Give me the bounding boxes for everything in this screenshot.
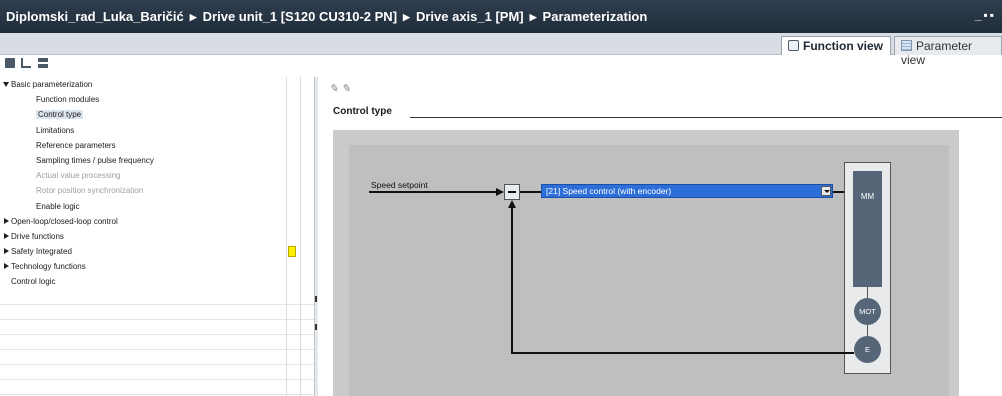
expand-arrow-down-icon[interactable] [3,82,9,87]
breadcrumb-separator-icon: ▶ [189,12,197,22]
breadcrumb-drive-axis[interactable]: Drive axis_1 [PM] [416,9,524,24]
hierarchy-icon[interactable] [38,58,48,68]
tree-item-label: Drive functions [11,231,64,241]
tab-parameter-view[interactable]: Parameter view [894,36,1002,67]
tree-column-divider [286,77,287,396]
tree-item-limitations[interactable]: Limitations [0,123,286,138]
chevron-down-icon[interactable] [821,186,831,196]
arrow-up-icon [508,200,516,208]
tree-item-label: Control logic [11,277,56,287]
tree-item-label: Limitations [36,125,75,135]
tree-item-label: Control type [36,110,84,120]
tree-empty-rows [0,290,314,396]
tree-item-label: Rotor position synchronization [36,186,144,196]
edit-toolbar: ✎ ✎ [329,82,351,95]
tree-item-label: Actual value processing [36,171,121,181]
tree-item-label: Basic parameterization [11,80,93,89]
breadcrumb-separator-icon: ▶ [529,12,537,22]
tree-column-divider [300,77,301,396]
tree-item-label: Sampling times / pulse frequency [36,155,154,165]
tree-structure-icon[interactable] [21,58,31,68]
tab-function-view-label: Function view [803,39,884,53]
save-icon[interactable] [5,58,15,68]
pencil-lock-icon[interactable]: ✎ [341,83,350,95]
tree-item-sampling-times[interactable]: Sampling times / pulse frequency [0,153,286,168]
panel-splitter[interactable] [314,77,318,396]
breadcrumb: Diplomski_rad_Luka_Baričić ▶ Drive unit_1 … [6,9,647,24]
parameter-navigation-tree: Basic parameterization Function modules … [0,77,286,290]
expand-arrow-right-icon[interactable] [4,232,9,239]
tree-item-open-closed-loop-control[interactable]: Open-loop/closed-loop control [0,214,286,229]
feedback-line-vertical [511,208,513,354]
table-icon [901,40,912,51]
junction-to-controller-line [520,191,541,193]
expand-arrow-icon[interactable] [315,324,317,330]
function-view-icon [788,40,799,51]
controller-to-motor-line [833,191,844,193]
status-indicator-icon [288,246,296,257]
navigation-toolbar [0,56,314,72]
setpoint-signal-line [369,191,496,193]
breadcrumb-separator-icon: ▶ [403,12,410,22]
expand-arrow-right-icon[interactable] [4,217,9,224]
tree-item-label: Safety Integrated [11,247,72,257]
encoder-icon: E [854,336,881,363]
tree-item-control-type[interactable]: Control type [0,107,286,122]
tree-item-label: Technology functions [11,262,86,272]
motor-icon: MOT [854,298,881,325]
tree-item-safety-integrated[interactable]: Safety Integrated [0,244,286,259]
motor-module-block: MM [853,171,882,287]
arrow-right-icon [496,188,504,196]
control-type-value: [21] Speed control (with encoder) [546,186,672,196]
collapse-arrow-icon[interactable] [315,296,317,302]
tree-item-control-logic[interactable]: Control logic [0,274,286,289]
pencil-icon[interactable]: ✎ [329,83,338,95]
tree-item-basic-parameterization[interactable]: Basic parameterization [0,77,286,92]
expand-arrow-right-icon[interactable] [4,263,9,270]
view-tab-bar: Function view Parameter view [0,33,1002,67]
feedback-line-horizontal [513,352,854,354]
tree-item-drive-functions[interactable]: Drive functions [0,229,286,244]
breadcrumb-project[interactable]: Diplomski_rad_Luka_Baričić [6,9,184,24]
tree-item-label: Open-loop/closed-loop control [11,216,118,226]
breadcrumb-drive-unit[interactable]: Drive unit_1 [S120 CU310-2 PN] [203,9,397,24]
window-controls[interactable]: _▪▪ [975,8,996,22]
title-bar: Diplomski_rad_Luka_Baričić ▶ Drive unit_1 … [0,0,1002,33]
motor-to-encoder-line [867,325,868,336]
section-divider [410,117,1002,118]
speed-setpoint-label: Speed setpoint [371,180,428,190]
tree-item-reference-parameters[interactable]: Reference parameters [0,138,286,153]
tree-item-label: Reference parameters [36,140,116,150]
expand-arrow-right-icon[interactable] [4,248,9,255]
tree-item-label: Function modules [36,95,100,105]
tree-item-label: Enable logic [36,201,80,211]
section-title: Control type [333,106,392,117]
mm-to-motor-line [867,287,868,298]
control-type-dropdown[interactable]: [21] Speed control (with encoder) [541,184,833,198]
tree-item-rotor-position-sync: Rotor position synchronization [0,183,286,198]
summing-junction [504,184,520,200]
breadcrumb-parameterization: Parameterization [542,9,648,24]
tree-item-function-modules[interactable]: Function modules [0,92,286,107]
tab-function-view[interactable]: Function view [781,36,891,55]
tree-item-enable-logic[interactable]: Enable logic [0,199,286,214]
tree-item-technology-functions[interactable]: Technology functions [0,259,286,274]
tree-item-actual-value-processing: Actual value processing [0,168,286,183]
